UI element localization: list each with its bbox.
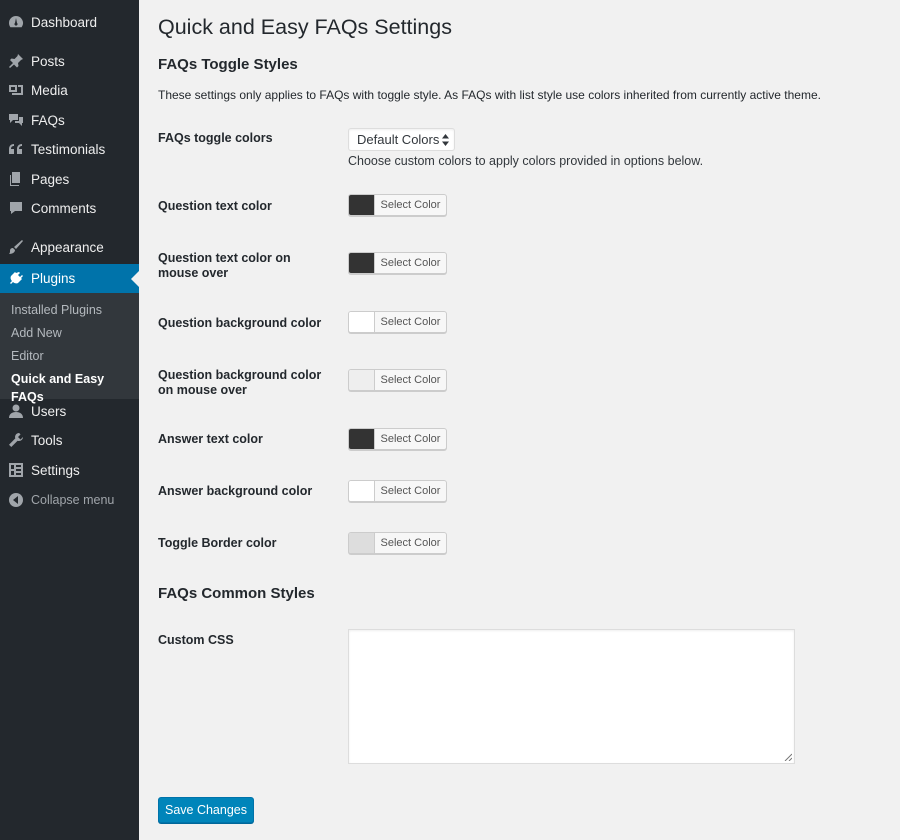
toggle-colors-value: Default Colors <box>357 132 440 147</box>
question-text-color-picker[interactable]: Select Color <box>348 194 447 216</box>
toggle-colors-label: FAQs toggle colors <box>158 131 273 145</box>
comment-icon <box>8 200 24 216</box>
faq-icon <box>8 112 24 128</box>
media-icon <box>8 82 24 98</box>
menu-item-users[interactable]: Users <box>0 397 139 425</box>
select-color-label: Select Color <box>380 199 441 211</box>
pin-icon <box>8 53 24 69</box>
color-swatch <box>349 312 375 332</box>
answer-text-color-picker[interactable]: Select Color <box>348 428 447 450</box>
toggle-colors-help: Choose custom colors to apply colors pro… <box>348 154 704 168</box>
submenu-quick-and-easy-faqs[interactable]: Quick and Easy FAQs <box>11 370 139 404</box>
menu-label: Comments <box>31 200 97 216</box>
select-color-label: Select Color <box>380 374 441 386</box>
menu-label: Collapse menu <box>31 493 115 507</box>
settings-icon <box>8 462 24 478</box>
common-section-title: FAQs Common Styles <box>158 585 315 602</box>
save-changes-button[interactable]: Save Changes <box>158 797 254 823</box>
select-color-label: Select Color <box>380 433 441 445</box>
question-hover-color-label: Question text color on mouse over <box>158 251 291 280</box>
menu-label: Testimonials <box>31 141 106 157</box>
menu-item-posts[interactable]: Posts <box>0 47 139 75</box>
custom-css-textarea[interactable] <box>348 629 795 764</box>
menu-label: Plugins <box>31 271 76 286</box>
menu-item-media[interactable]: Media <box>0 76 139 104</box>
select-color-label: Select Color <box>380 485 441 497</box>
question-text-color-label: Question text color <box>158 199 272 213</box>
menu-label: Appearance <box>31 239 104 255</box>
menu-item-settings[interactable]: Settings <box>0 456 139 484</box>
select-color-label: Select Color <box>380 537 441 549</box>
admin-sidebar: Dashboard Posts Media FAQs Testimonials … <box>0 0 139 840</box>
menu-item-dashboard[interactable]: Dashboard <box>0 8 139 36</box>
color-swatch <box>349 195 375 215</box>
menu-item-plugins[interactable]: Plugins <box>0 264 139 293</box>
custom-css-label: Custom CSS <box>158 633 234 647</box>
plugin-icon <box>8 271 24 287</box>
wrench-icon <box>8 432 24 448</box>
collapse-icon <box>8 492 24 508</box>
color-swatch <box>349 429 375 449</box>
submenu-installed-plugins[interactable]: Installed Plugins <box>11 301 102 319</box>
question-hover-color-picker[interactable]: Select Color <box>348 252 447 274</box>
menu-label: Users <box>31 403 67 419</box>
answer-bg-color-picker[interactable]: Select Color <box>348 480 447 502</box>
menu-label: Pages <box>31 171 70 187</box>
question-bg-color-picker[interactable]: Select Color <box>348 311 447 333</box>
question-bg-hover-color-label: Question background color on mouse over <box>158 368 322 397</box>
color-swatch <box>349 481 375 501</box>
menu-label: Dashboard <box>31 14 98 30</box>
menu-item-tools[interactable]: Tools <box>0 426 139 454</box>
select-arrows-icon <box>442 134 449 146</box>
menu-item-testimonials[interactable]: Testimonials <box>0 135 139 163</box>
menu-item-appearance[interactable]: Appearance <box>0 233 139 261</box>
color-swatch <box>349 533 375 553</box>
select-color-label: Select Color <box>380 257 441 269</box>
question-bg-color-label: Question background color <box>158 316 322 330</box>
page-title: Quick and Easy FAQs Settings <box>158 15 452 39</box>
answer-bg-color-label: Answer background color <box>158 484 313 498</box>
toggle-section-description: These settings only applies to FAQs with… <box>158 88 821 102</box>
submenu-add-new[interactable]: Add New <box>11 324 62 342</box>
color-swatch <box>349 370 375 390</box>
menu-label: Media <box>31 82 68 98</box>
dashboard-icon <box>8 14 24 30</box>
toggle-border-color-picker[interactable]: Select Color <box>348 532 447 554</box>
question-bg-hover-color-picker[interactable]: Select Color <box>348 369 447 391</box>
menu-label: Tools <box>31 432 63 448</box>
menu-item-faqs[interactable]: FAQs <box>0 106 139 134</box>
collapse-menu[interactable]: Collapse menu <box>0 486 139 514</box>
toggle-colors-select[interactable]: Default Colors <box>348 128 455 151</box>
menu-label: Posts <box>31 53 65 69</box>
brush-icon <box>8 239 24 255</box>
settings-main: Quick and Easy FAQs Settings FAQs Toggle… <box>158 0 900 840</box>
answer-text-color-label: Answer text color <box>158 432 263 446</box>
menu-label: FAQs <box>31 112 65 128</box>
menu-label: Settings <box>31 462 80 478</box>
select-color-label: Select Color <box>380 316 441 328</box>
menu-item-comments[interactable]: Comments <box>0 194 139 222</box>
pages-icon <box>8 171 24 187</box>
color-swatch <box>349 253 375 273</box>
menu-item-pages[interactable]: Pages <box>0 165 139 193</box>
plugins-submenu: Installed Plugins Add New Editor Quick a… <box>0 293 139 404</box>
user-icon <box>8 403 24 419</box>
toggle-section-title: FAQs Toggle Styles <box>158 56 298 73</box>
toggle-border-color-label: Toggle Border color <box>158 536 277 550</box>
quote-icon <box>8 141 24 157</box>
submenu-editor[interactable]: Editor <box>11 347 44 365</box>
resize-grip-icon[interactable] <box>784 753 792 761</box>
